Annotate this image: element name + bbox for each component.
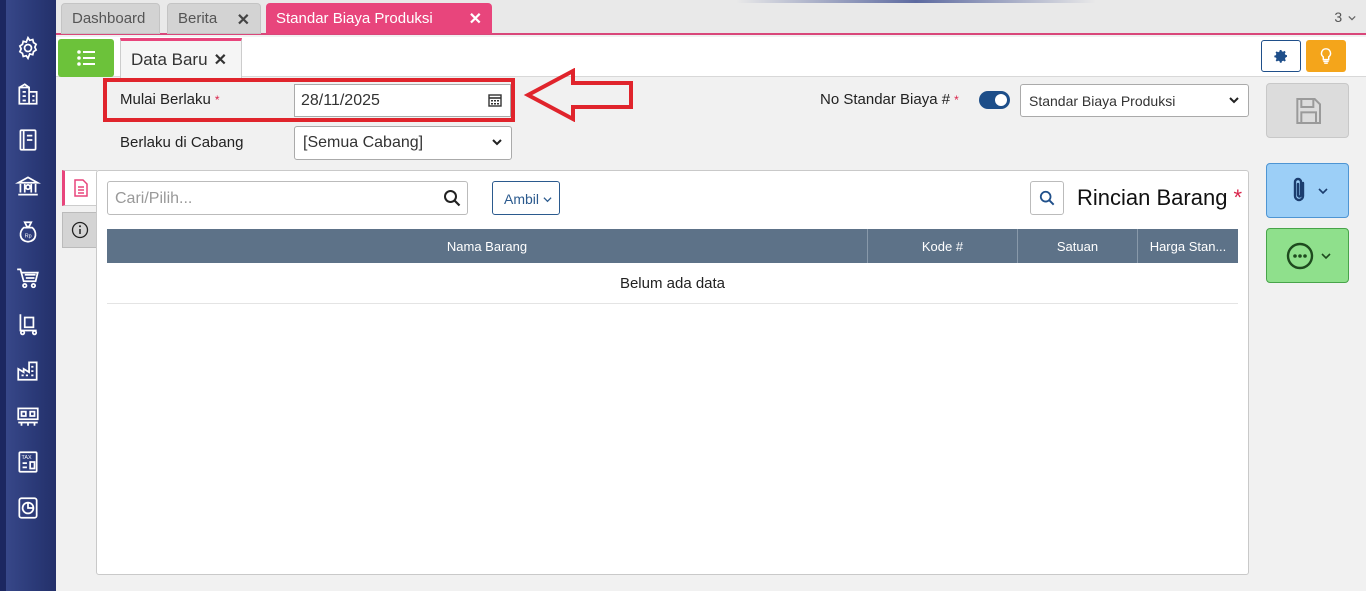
- report-icon[interactable]: [12, 492, 44, 524]
- arrow-annotation: [523, 68, 633, 122]
- required-mark: *: [214, 93, 220, 107]
- tab-label: Standar Biaya Produksi: [276, 10, 433, 27]
- book-icon[interactable]: [12, 124, 44, 156]
- paperclip-icon: [1293, 177, 1304, 201]
- tab-label: Berita: [178, 10, 218, 27]
- more-actions-button[interactable]: [1266, 228, 1349, 283]
- sub-header: [56, 37, 1366, 77]
- item-search-input[interactable]: Cari/Pilih...: [107, 181, 468, 215]
- document-icon: [74, 179, 88, 197]
- chevron-down-icon: [492, 139, 502, 146]
- header-decoration: [736, 0, 1096, 3]
- list-icon: [77, 50, 95, 66]
- section-title: Rincian Barang *: [1077, 185, 1242, 210]
- sidebar: Rp TAX: [0, 0, 56, 591]
- tab-standar-biaya-produksi[interactable]: Standar Biaya Produksi ✕: [266, 3, 492, 34]
- search-icon[interactable]: [443, 189, 461, 207]
- chevron-down-icon: [1317, 187, 1328, 194]
- close-icon[interactable]: ✕: [237, 10, 250, 30]
- close-icon[interactable]: ✕: [469, 9, 482, 29]
- info-icon: [71, 221, 88, 239]
- empty-table-message: Belum ada data: [107, 263, 1238, 304]
- ambil-button[interactable]: Ambil: [492, 181, 560, 215]
- sidebar-edge: [0, 0, 6, 591]
- list-view-button[interactable]: [58, 39, 114, 77]
- production-icon[interactable]: [12, 400, 44, 432]
- no-standar-label: No Standar Biaya # *: [820, 91, 959, 108]
- column-header[interactable]: Satuan: [1018, 229, 1138, 263]
- chevron-down-icon: [543, 197, 552, 203]
- tab-data-baru[interactable]: Data Baru ✕: [120, 38, 242, 78]
- info-tab[interactable]: [62, 212, 97, 248]
- chevron-down-icon: [1320, 252, 1331, 259]
- cart-icon[interactable]: [12, 262, 44, 294]
- auto-number-toggle[interactable]: [979, 91, 1010, 109]
- tab-dashboard[interactable]: Dashboard: [61, 3, 160, 34]
- mulai-berlaku-date-field[interactable]: 28/11/2025: [294, 84, 511, 117]
- gear-icon: [1274, 50, 1287, 63]
- tips-button[interactable]: [1306, 40, 1346, 72]
- tab-label: Dashboard: [72, 10, 146, 27]
- table-header: Nama Barang Kode # Satuan Harga Stan...: [107, 229, 1238, 263]
- attachment-button[interactable]: [1266, 163, 1349, 218]
- tab-count[interactable]: 3: [1334, 9, 1356, 25]
- ellipsis-circle-icon: [1286, 242, 1313, 269]
- subtab-label: Data Baru: [131, 50, 208, 69]
- mulai-berlaku-label: Mulai Berlaku *: [120, 91, 220, 108]
- cabang-label: Berlaku di Cabang: [120, 134, 244, 151]
- detail-tab[interactable]: [62, 170, 97, 206]
- search-icon: [1039, 190, 1055, 206]
- money-bag-icon[interactable]: Rp: [12, 216, 44, 248]
- close-icon[interactable]: ✕: [214, 50, 227, 70]
- column-header[interactable]: Nama Barang: [107, 229, 868, 263]
- gear-icon[interactable]: [12, 32, 44, 64]
- svg-text:Rp: Rp: [25, 233, 32, 239]
- column-header[interactable]: Harga Stan...: [1138, 229, 1238, 263]
- chevron-down-icon: [1229, 97, 1239, 104]
- floppy-disk-icon: [1295, 97, 1321, 124]
- bank-icon[interactable]: [12, 170, 44, 202]
- building-icon[interactable]: [12, 78, 44, 110]
- factory-icon[interactable]: [12, 354, 44, 386]
- required-mark: *: [954, 93, 959, 107]
- find-button[interactable]: [1030, 181, 1064, 215]
- tab-berita[interactable]: Berita ✕: [167, 3, 261, 34]
- save-button[interactable]: [1266, 83, 1349, 138]
- tax-icon[interactable]: TAX: [12, 446, 44, 478]
- svg-text:TAX: TAX: [22, 455, 33, 461]
- cabang-select[interactable]: [Semua Cabang]: [294, 126, 512, 160]
- no-standar-select[interactable]: Standar Biaya Produksi: [1020, 84, 1249, 117]
- handcart-icon[interactable]: [12, 308, 44, 340]
- required-mark: *: [1233, 185, 1242, 210]
- settings-button[interactable]: [1261, 40, 1301, 72]
- calendar-icon[interactable]: [488, 93, 502, 107]
- column-header[interactable]: Kode #: [868, 229, 1018, 263]
- lightbulb-icon: [1320, 48, 1332, 64]
